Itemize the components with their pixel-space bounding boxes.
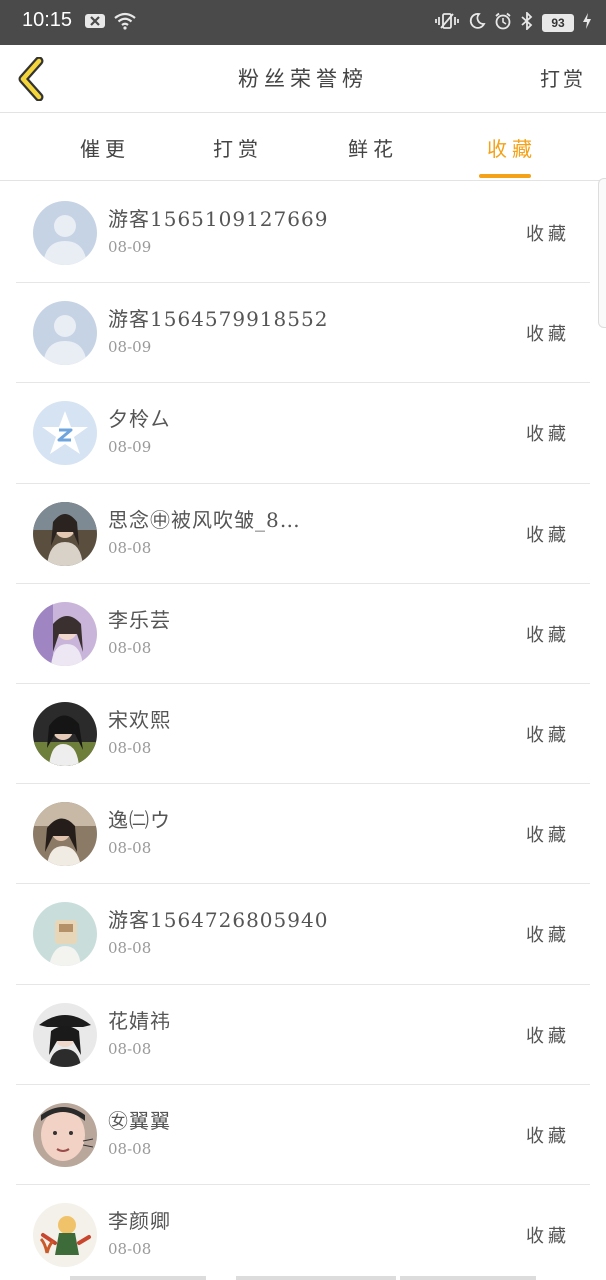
default-user-icon bbox=[33, 301, 97, 366]
fan-list: 游客15651091​27669 08-09 收藏 游客15645799​185… bbox=[0, 183, 606, 1280]
notification-close-icon bbox=[84, 12, 106, 34]
user-photo-icon bbox=[33, 902, 97, 967]
alarm-icon bbox=[494, 12, 512, 34]
favorite-tag: 收藏 bbox=[526, 1125, 570, 1147]
avatar[interactable] bbox=[33, 1102, 97, 1167]
favorite-tag: 收藏 bbox=[526, 1225, 570, 1247]
fan-list-item[interactable]: 李乐芸 08-08 收藏 bbox=[16, 584, 590, 684]
moon-icon bbox=[468, 12, 486, 34]
fan-list-item[interactable]: 宋欢熙 08-08 收藏 bbox=[16, 684, 590, 785]
bottom-divider bbox=[400, 1276, 536, 1280]
qzone-star-icon bbox=[33, 401, 97, 466]
fan-date: 08-08 bbox=[108, 939, 152, 958]
favorite-tag: 收藏 bbox=[526, 825, 570, 847]
avatar[interactable] bbox=[33, 1202, 97, 1267]
page-title: 粉丝荣誉榜 bbox=[238, 67, 368, 91]
avatar[interactable] bbox=[33, 902, 97, 967]
user-photo-icon bbox=[33, 601, 97, 666]
active-tab-indicator bbox=[479, 174, 531, 178]
favorite-tag: 收藏 bbox=[526, 724, 570, 746]
user-photo-icon bbox=[33, 802, 97, 867]
fan-date: 08-08 bbox=[108, 1239, 152, 1258]
fan-name: 李乐芸 bbox=[108, 607, 171, 632]
favorite-tag: 收藏 bbox=[526, 524, 570, 546]
charging-icon bbox=[582, 12, 592, 34]
fan-list-item[interactable]: 游客15651091​27669 08-09 收藏 bbox=[16, 183, 590, 284]
fan-list-item[interactable]: 夕柃ㄙ 08-09 收藏 bbox=[16, 383, 590, 484]
favorite-tag: 收藏 bbox=[526, 925, 570, 947]
default-user-icon bbox=[33, 201, 97, 265]
tab-bar: 催更 打赏 鲜花 收藏 bbox=[0, 113, 606, 181]
battery-indicator: 93 bbox=[542, 14, 574, 32]
avatar[interactable] bbox=[33, 802, 97, 867]
vibrate-icon bbox=[434, 12, 460, 34]
user-photo-icon bbox=[33, 501, 97, 566]
avatar[interactable] bbox=[33, 501, 97, 566]
user-photo-icon bbox=[33, 1202, 97, 1267]
bluetooth-icon bbox=[520, 10, 534, 34]
fan-name: 夕柃ㄙ bbox=[108, 407, 171, 432]
avatar[interactable] bbox=[33, 301, 97, 366]
favorite-tag: 收藏 bbox=[526, 1025, 570, 1047]
fan-list-item[interactable]: 游客15645799​18552 08-09 收藏 bbox=[16, 283, 590, 384]
fan-list-item[interactable]: 李颜卿 08-08 收藏 bbox=[16, 1185, 590, 1280]
fan-name: 花婧祎 bbox=[108, 1008, 171, 1033]
fan-date: 08-09 bbox=[108, 438, 152, 457]
favorite-tag: 收藏 bbox=[526, 624, 570, 646]
tab-favorites[interactable]: 收藏 bbox=[442, 113, 582, 181]
fan-date: 08-08 bbox=[108, 738, 152, 757]
user-photo-icon bbox=[33, 701, 97, 766]
status-time: 10:15 bbox=[22, 9, 73, 31]
fan-date: 08-09 bbox=[108, 238, 152, 256]
avatar[interactable] bbox=[33, 1002, 97, 1067]
favorite-tag: 收藏 bbox=[526, 224, 570, 245]
wifi-icon bbox=[114, 12, 136, 34]
tab-label: 鲜花 bbox=[348, 137, 398, 161]
fan-name: 思念㊥被风吹皱_8… bbox=[108, 507, 301, 532]
header-bar: 粉丝荣誉榜 打赏 bbox=[0, 45, 606, 113]
user-photo-icon bbox=[33, 1102, 97, 1167]
favorite-tag: 收藏 bbox=[526, 324, 570, 346]
fan-date: 08-08 bbox=[108, 538, 152, 557]
fan-list-item[interactable]: 花婧祎 08-08 收藏 bbox=[16, 985, 590, 1085]
fan-name: 李颜卿 bbox=[108, 1208, 171, 1233]
fan-name: 游客15651091​27669 bbox=[108, 207, 329, 231]
fan-name: 游客15647268​05940 bbox=[108, 908, 329, 933]
fan-list-item[interactable]: 逸㈡ウ 08-08 收藏 bbox=[16, 784, 590, 885]
fan-date: 08-08 bbox=[108, 1139, 152, 1158]
fan-date: 08-08 bbox=[108, 638, 152, 657]
avatar[interactable] bbox=[33, 601, 97, 666]
fan-name: 逸㈡ウ bbox=[108, 808, 171, 833]
fan-list-item[interactable]: 游客15647268​05940 08-08 收藏 bbox=[16, 884, 590, 985]
user-photo-icon bbox=[33, 1002, 97, 1067]
avatar[interactable] bbox=[33, 401, 97, 466]
fan-date: 08-08 bbox=[108, 1039, 152, 1058]
bottom-divider bbox=[236, 1276, 396, 1280]
bottom-divider bbox=[70, 1276, 206, 1280]
tab-urge[interactable]: 催更 bbox=[35, 113, 175, 181]
tab-label: 打赏 bbox=[213, 137, 263, 161]
favorite-tag: 收藏 bbox=[526, 424, 570, 446]
tab-flowers[interactable]: 鲜花 bbox=[303, 113, 443, 181]
fan-date: 08-08 bbox=[108, 839, 152, 858]
reward-button[interactable]: 打赏 bbox=[540, 63, 586, 92]
fan-list-item[interactable]: ㊛翼翼 08-08 收藏 bbox=[16, 1085, 590, 1185]
fan-name: 宋欢熙 bbox=[108, 707, 171, 732]
tab-label: 催更 bbox=[80, 137, 130, 161]
fan-name: 游客15645799​18552 bbox=[108, 307, 329, 332]
status-bar: 10:15 93 bbox=[0, 0, 606, 45]
fan-date: 08-09 bbox=[108, 338, 152, 357]
avatar[interactable] bbox=[33, 701, 97, 766]
avatar[interactable] bbox=[33, 201, 97, 265]
fan-list-item[interactable]: 思念㊥被风吹皱_8… 08-08 收藏 bbox=[16, 484, 590, 584]
tab-label: 收藏 bbox=[487, 137, 537, 161]
tab-reward[interactable]: 打赏 bbox=[168, 113, 308, 181]
fan-name: ㊛翼翼 bbox=[108, 1108, 171, 1133]
